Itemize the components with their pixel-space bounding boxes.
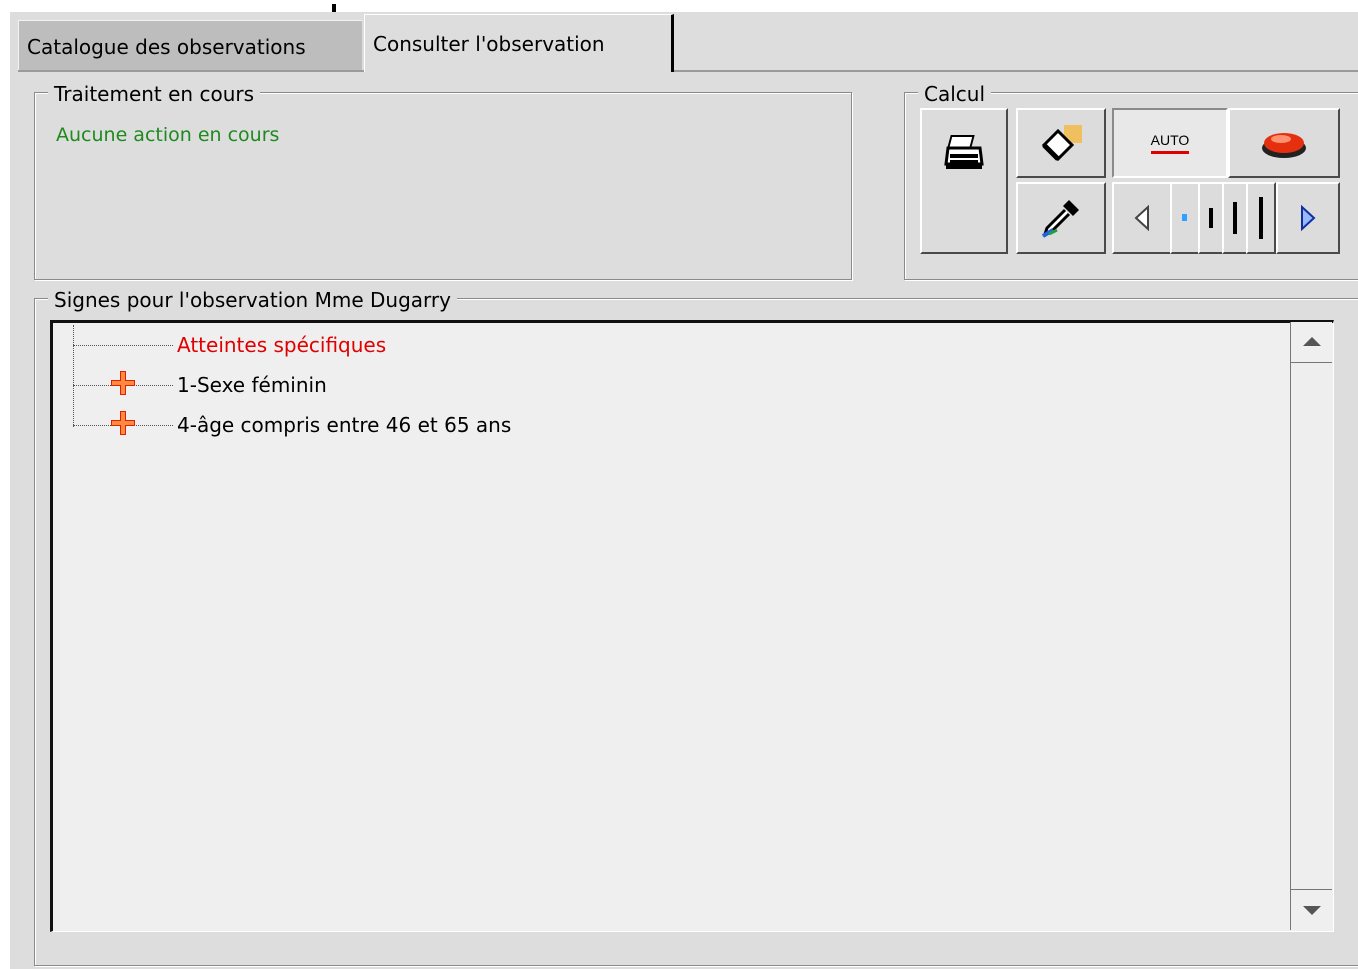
expand-plus-icon[interactable] bbox=[109, 369, 137, 397]
tree-item-sexe[interactable]: 1-Sexe féminin bbox=[177, 373, 327, 397]
pipette-button[interactable] bbox=[1016, 182, 1106, 254]
signes-legend: Signes pour l'observation Mme Dugarry bbox=[48, 288, 457, 312]
speed-dot-icon bbox=[1182, 214, 1187, 221]
stop-button[interactable] bbox=[1228, 108, 1340, 178]
tab-catalogue-des-observations[interactable]: Catalogue des observations bbox=[18, 20, 362, 72]
traitement-legend: Traitement en cours bbox=[48, 82, 261, 106]
speed-bar-small-icon bbox=[1209, 208, 1213, 228]
printer-icon bbox=[944, 135, 984, 169]
tree-line-vertical bbox=[73, 325, 74, 427]
tree-line-1 bbox=[73, 345, 173, 346]
vertical-scrollbar[interactable] bbox=[1290, 322, 1332, 930]
step-forward-button[interactable] bbox=[1276, 182, 1340, 254]
step-forward-icon bbox=[1301, 204, 1316, 232]
expand-plus-icon[interactable] bbox=[109, 409, 137, 437]
tab-divider-left bbox=[18, 70, 364, 72]
speed-2-button[interactable] bbox=[1198, 182, 1224, 254]
window-mark bbox=[332, 4, 336, 12]
auto-label: AUTO bbox=[1150, 131, 1190, 148]
signes-tree[interactable]: Atteintes spécifiques 1-Sexe féminin 4-â… bbox=[50, 320, 1334, 932]
scroll-down-button[interactable] bbox=[1291, 889, 1332, 930]
auto-button[interactable]: AUTO bbox=[1112, 108, 1228, 178]
red-stop-button-icon bbox=[1262, 133, 1306, 158]
print-button[interactable] bbox=[920, 108, 1008, 254]
speed-bar-large-icon bbox=[1259, 197, 1263, 239]
calcul-legend: Calcul bbox=[918, 82, 992, 106]
step-back-button[interactable] bbox=[1112, 182, 1172, 254]
traitement-group bbox=[34, 92, 852, 280]
speed-4-button[interactable] bbox=[1246, 182, 1276, 254]
eraser-icon bbox=[1041, 125, 1082, 162]
tab-consulter-l-observation[interactable]: Consulter l'observation bbox=[364, 14, 674, 72]
eyedropper-icon bbox=[1041, 200, 1079, 238]
tree-item-age[interactable]: 4-âge compris entre 46 et 65 ans bbox=[177, 413, 511, 437]
erase-button[interactable] bbox=[1016, 108, 1106, 178]
auto-underline bbox=[1151, 150, 1189, 154]
speed-bar-medium-icon bbox=[1233, 202, 1237, 234]
tree-item-atteintes[interactable]: Atteintes spécifiques bbox=[177, 333, 386, 357]
arrow-down-icon bbox=[1303, 906, 1321, 915]
status-text: Aucune action en cours bbox=[56, 124, 280, 146]
scroll-up-button[interactable] bbox=[1291, 322, 1332, 363]
step-back-icon bbox=[1134, 204, 1149, 232]
arrow-up-icon bbox=[1303, 337, 1321, 346]
speed-3-button[interactable] bbox=[1222, 182, 1248, 254]
tab-divider-right bbox=[674, 70, 1358, 72]
speed-1-button[interactable] bbox=[1170, 182, 1200, 254]
